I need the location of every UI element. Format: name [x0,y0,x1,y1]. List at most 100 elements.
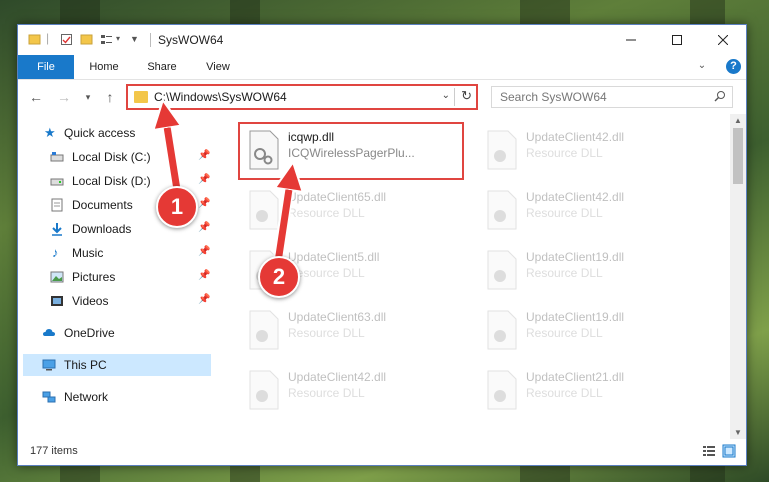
help-button[interactable]: ? [726,59,741,74]
pin-icon[interactable]: 📌 [198,270,210,281]
dll-file-icon [249,130,279,170]
item-count: 177 items [30,445,78,457]
drive-icon [50,152,64,162]
sidebar-item-label: Documents [72,198,133,212]
pin-icon[interactable]: 📌 [198,150,210,161]
file-type: ICQWirelessPagerPlu... [288,146,415,160]
file-name: UpdateClient42.dll [526,130,625,144]
file-item[interactable]: UpdateClient21.dll Resource DLL [478,364,704,422]
sidebar-item-quick-access[interactable]: ★ Quick access [18,122,212,144]
qa-menu-icon[interactable]: ▼ [130,34,139,44]
minimize-button[interactable] [608,25,654,55]
dll-file-icon [249,310,279,350]
maximize-button[interactable] [654,25,700,55]
file-item[interactable]: UpdateClient19.dll Resource DLL [478,244,704,302]
file-item[interactable]: UpdateClient65.dll Resource DLL [240,184,466,242]
tab-view[interactable]: View [194,55,242,79]
file-item-icqwp[interactable]: icqwp.dll ICQWirelessPagerPlu... [238,122,464,180]
drive-icon [50,178,64,186]
address-history-chevron-icon[interactable]: ⌄ [442,90,450,101]
file-type: Resource DLL [526,386,603,400]
large-icons-view-icon[interactable] [722,444,736,458]
title-bar: | ▾ ▼ SysWOW64 [18,25,746,55]
dll-file-icon [487,250,517,290]
dll-file-icon [487,370,517,410]
address-path[interactable]: C:\Windows\SysWOW64 [154,90,287,104]
refresh-separator [454,88,455,106]
search-input[interactable]: Search SysWOW64 [491,86,733,108]
scroll-up-arrow-icon[interactable]: ▲ [734,116,742,125]
view-options-icon[interactable] [100,33,113,46]
sidebar-item-music[interactable]: ♪ Music 📌 [18,242,212,264]
documents-icon [51,198,63,212]
sidebar-item-label: Local Disk (C:) [72,150,151,164]
status-bar: 177 items [18,439,746,465]
sidebar-item-label: This PC [64,358,107,372]
recent-locations-chevron-icon[interactable]: ▾ [80,89,96,105]
close-button[interactable] [700,25,746,55]
sidebar-item-network[interactable]: Network [18,386,212,408]
up-arrow-icon[interactable]: ↑ [102,89,118,105]
tab-share[interactable]: Share [138,55,186,79]
pin-icon[interactable]: 📌 [198,198,210,209]
file-name: UpdateClient21.dll [526,370,625,384]
qa-separator: | [46,31,50,45]
sidebar-item-label: OneDrive [64,326,115,340]
new-folder-icon[interactable] [80,33,93,46]
forward-arrow-icon[interactable]: → [56,89,72,105]
videos-icon [51,296,63,306]
sidebar-item-label: Network [64,390,109,404]
scrollbar-thumb[interactable] [733,128,743,184]
close-icon [718,35,728,45]
download-icon [52,223,62,236]
dll-file-icon [487,190,517,230]
pin-icon[interactable]: 📌 [198,174,210,185]
sidebar-item-videos[interactable]: Videos 📌 [18,290,212,312]
file-type: Resource DLL [288,386,365,400]
explorer-window: | ▾ ▼ SysWOW64 File Home Share View ⌄ ? … [17,24,747,466]
sidebar-item-local-disk-c[interactable]: Local Disk (C:) 📌 [18,146,212,168]
folder-icon [28,34,41,45]
vertical-scrollbar[interactable]: ▲ ▼ [730,114,746,439]
dll-file-icon [487,310,517,350]
file-item[interactable]: UpdateClient42.dll Resource DLL [478,124,704,182]
file-item[interactable]: UpdateClient42.dll Resource DLL [478,184,704,242]
file-type: Resource DLL [526,206,603,220]
file-type: Resource DLL [526,266,603,280]
folder-icon [134,91,148,103]
file-item[interactable]: UpdateClient42.dll Resource DLL [240,364,466,422]
title-separator [150,33,151,47]
file-name: UpdateClient42.dll [526,190,625,204]
file-name: UpdateClient63.dll [288,310,387,324]
sidebar-item-onedrive[interactable]: OneDrive [18,322,212,344]
cloud-icon [43,329,55,336]
file-name: UpdateClient65.dll [288,190,387,204]
scroll-down-arrow-icon[interactable]: ▼ [734,428,742,437]
details-view-icon[interactable] [702,444,716,458]
pin-icon[interactable]: 📌 [198,294,210,305]
address-bar[interactable]: C:\Windows\SysWOW64 ⌄ ↻ [126,84,478,110]
tab-home[interactable]: Home [80,55,128,79]
sidebar-item-label: Downloads [72,222,132,236]
file-item[interactable]: UpdateClient19.dll Resource DLL [478,304,704,362]
sidebar-item-this-pc[interactable]: This PC [23,354,211,376]
search-icon[interactable] [714,90,726,102]
pin-icon[interactable]: 📌 [198,222,210,233]
tab-file[interactable]: File [18,55,74,79]
customize-qa-chevron-icon[interactable]: ▾ [116,34,120,43]
file-name: UpdateClient42.dll [288,370,387,384]
file-item[interactable]: UpdateClient63.dll Resource DLL [240,304,466,362]
expand-ribbon-chevron-icon[interactable]: ⌄ [696,60,708,72]
sidebar-item-label: Pictures [72,270,116,284]
file-name: UpdateClient5.dll [288,250,380,264]
pin-icon[interactable]: 📌 [198,246,210,257]
file-name: UpdateClient19.dll [526,250,625,264]
computer-icon [42,359,56,371]
navigation-bar: ← → ▾ ↑ C:\Windows\SysWOW64 ⌄ ↻ Search S… [18,80,746,114]
back-arrow-icon[interactable]: ← [28,89,44,105]
refresh-icon[interactable]: ↻ [461,88,472,104]
minimize-icon [626,39,636,41]
sidebar-item-pictures[interactable]: Pictures 📌 [18,266,212,288]
properties-icon[interactable] [60,33,73,46]
ribbon-tabs: File Home Share View ⌄ ? [18,55,746,80]
